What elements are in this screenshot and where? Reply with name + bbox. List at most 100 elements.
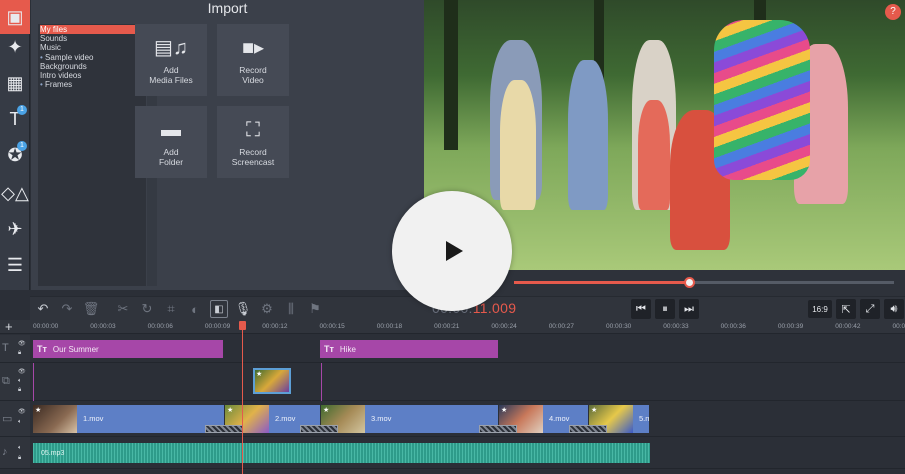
title-clip[interactable]: Tт Our Summer bbox=[33, 340, 223, 358]
fullscreen-icon: ⤢ bbox=[865, 302, 875, 315]
mute-icon[interactable]: 🔈︎ bbox=[18, 445, 22, 452]
settings-button[interactable]: ⚙ bbox=[256, 299, 278, 319]
category-item[interactable]: Music bbox=[40, 43, 144, 52]
audio-lane: 05.mp3 bbox=[30, 437, 905, 469]
mute-icon[interactable]: 🔈︎ bbox=[18, 378, 22, 385]
time-ruler[interactable]: + 00:00:00 00:00:03 00:00:06 00:00:09 00:00:… bbox=[0, 320, 905, 334]
transition-marker[interactable] bbox=[300, 425, 338, 433]
record-audio-button[interactable]: 🎙︎ bbox=[232, 299, 254, 319]
record-screencast-button[interactable]: ⛶ Record Screencast bbox=[217, 106, 289, 178]
ruler-tick-label: 00:00:42 bbox=[835, 323, 861, 330]
clip-label: 3.mov bbox=[371, 414, 392, 423]
left-toolbar: ▣ ✦ ▦ T 1 ✪ 1 ◇△ ✈ ☰ bbox=[0, 0, 30, 290]
crop-icon: ⌗ bbox=[167, 301, 175, 316]
category-item[interactable]: My files bbox=[40, 25, 144, 35]
ruler-tick-label: 00:00:06 bbox=[147, 323, 173, 330]
marker-button[interactable]: ⚑ bbox=[304, 299, 326, 319]
panel-title: Import bbox=[207, 0, 248, 16]
more-tools-button[interactable]: ☰ bbox=[0, 248, 30, 282]
category-item[interactable]: Intro videos bbox=[40, 71, 144, 80]
redo-button[interactable]: ↷ bbox=[56, 299, 78, 319]
lock-icon[interactable]: 🔒︎ bbox=[18, 350, 21, 357]
video-clip[interactable]: ★ 3.mov bbox=[321, 405, 499, 433]
record-video-button[interactable]: ■▸ Record Video bbox=[217, 24, 289, 96]
lock-icon[interactable]: 🔒︎ bbox=[18, 387, 21, 394]
help-button[interactable]: ? bbox=[885, 4, 901, 20]
play-button[interactable] bbox=[392, 191, 512, 311]
pinata bbox=[714, 20, 810, 180]
transition-marker[interactable] bbox=[479, 425, 517, 433]
rotate-button[interactable]: ↻ bbox=[136, 299, 158, 319]
skip-back-icon: ⏮ bbox=[636, 302, 646, 315]
ruler-tick-label: 00:00:27 bbox=[548, 323, 574, 330]
undo-button[interactable]: ↶ bbox=[32, 299, 54, 319]
shapes-tool-button[interactable]: ◇△ bbox=[0, 176, 30, 210]
visibility-icon[interactable]: 👁︎ bbox=[18, 341, 26, 348]
next-frame-button[interactable]: ⏭ bbox=[679, 299, 699, 319]
transition-icon: ✈ bbox=[7, 218, 23, 239]
category-item[interactable]: Sample video bbox=[40, 53, 144, 62]
timeline: + 00:00:00 00:00:03 00:00:06 00:00:09 00:00:… bbox=[0, 320, 905, 474]
filters-tool-button[interactable]: ✦ bbox=[0, 30, 30, 64]
category-item[interactable]: Backgrounds bbox=[40, 62, 144, 71]
transition-marker[interactable] bbox=[569, 425, 607, 433]
scrub-handle[interactable] bbox=[683, 277, 695, 288]
preview-person bbox=[568, 60, 608, 210]
visibility-icon[interactable]: 👁︎ bbox=[18, 409, 26, 416]
stickers-tool-button[interactable]: ✪ 1 bbox=[0, 138, 30, 172]
rotate-icon: ↻ bbox=[141, 301, 153, 316]
import-tool-button[interactable]: ▣ bbox=[0, 0, 30, 34]
lock-icon[interactable]: 🔒︎ bbox=[18, 455, 21, 462]
transition-marker[interactable] bbox=[205, 425, 243, 433]
preview-person bbox=[500, 80, 536, 210]
title-clip[interactable]: Tт Hike bbox=[320, 340, 498, 358]
title-lane: Tт Our Summer Tт Hike bbox=[30, 335, 905, 363]
category-item[interactable]: Frames bbox=[40, 80, 144, 89]
audio-waveform bbox=[33, 443, 650, 463]
add-track-button[interactable]: + bbox=[5, 320, 13, 334]
folder-icon: ▬ bbox=[161, 119, 181, 141]
ruler-tick-label: 00:00:45 bbox=[892, 323, 905, 330]
aspect-ratio-button[interactable]: 16:9 bbox=[808, 300, 832, 318]
scrub-track[interactable] bbox=[514, 277, 894, 288]
video-clip[interactable]: ★ 1.mov bbox=[33, 405, 225, 433]
ruler-tick-label: 00:00:03 bbox=[90, 323, 116, 330]
equalizer-button[interactable]: ⫼ bbox=[280, 299, 302, 319]
clips-tool-button[interactable]: ▦ bbox=[0, 66, 30, 100]
equalizer-icon: ⫼ bbox=[288, 301, 294, 316]
visibility-icon[interactable]: 👁︎ bbox=[18, 369, 26, 376]
volume-button[interactable]: 🔊︎ bbox=[884, 299, 904, 319]
delete-button[interactable]: 🗑︎ bbox=[80, 299, 102, 319]
titles-tool-button[interactable]: T 1 bbox=[0, 102, 30, 136]
microphone-icon: 🎙︎ bbox=[234, 301, 252, 316]
crop-button[interactable]: ⌗ bbox=[160, 299, 182, 319]
video-lane: ★ 1.mov ★ 2.mov ★ 3.mov ★ 4.mov ★ 5. bbox=[30, 401, 905, 437]
add-media-files-button[interactable]: ▤♫ Add Media Files bbox=[135, 24, 207, 96]
split-button[interactable]: ✂ bbox=[112, 299, 134, 319]
ruler-tick-label: 00:00:21 bbox=[434, 323, 460, 330]
audio-track-header: ♪ 🔈︎ 🔒︎ bbox=[0, 437, 30, 469]
ruler-tick-label: 00:00:12 bbox=[262, 323, 288, 330]
video-icon: ▭ bbox=[2, 413, 13, 425]
fullscreen-button[interactable]: ⤢ bbox=[860, 299, 880, 319]
category-item[interactable]: Sounds bbox=[40, 34, 144, 43]
clip-label: 1.mov bbox=[83, 414, 104, 423]
redo-icon: ↷ bbox=[61, 301, 73, 316]
color-adjust-button[interactable]: ◐ bbox=[184, 299, 206, 319]
playhead-handle[interactable] bbox=[239, 321, 246, 330]
audio-clip[interactable]: 05.mp3 bbox=[33, 443, 650, 463]
volume-icon: 🔊︎ bbox=[890, 302, 898, 315]
previous-frame-button[interactable]: ⏮ bbox=[631, 299, 651, 319]
mute-icon[interactable]: 🔈︎ bbox=[18, 419, 22, 426]
ruler-tick-label: 00:00:00 bbox=[33, 323, 59, 330]
pause-button[interactable]: ⏸ bbox=[655, 299, 675, 319]
color-adjust-icon: ◐ bbox=[191, 301, 199, 317]
detach-preview-button[interactable]: ⇱ bbox=[836, 299, 856, 319]
ruler-tick-label: 00:00:30 bbox=[606, 323, 632, 330]
title-track-header: T 👁︎ 🔒︎ bbox=[0, 335, 30, 363]
clip-properties-button[interactable]: ◧ bbox=[210, 300, 228, 318]
overlay-clip[interactable]: ★ bbox=[253, 368, 291, 394]
add-media-files-label: Add Media Files bbox=[149, 65, 193, 85]
transitions-tool-button[interactable]: ✈ bbox=[0, 212, 30, 246]
add-folder-button[interactable]: ▬ Add Folder bbox=[135, 106, 207, 178]
